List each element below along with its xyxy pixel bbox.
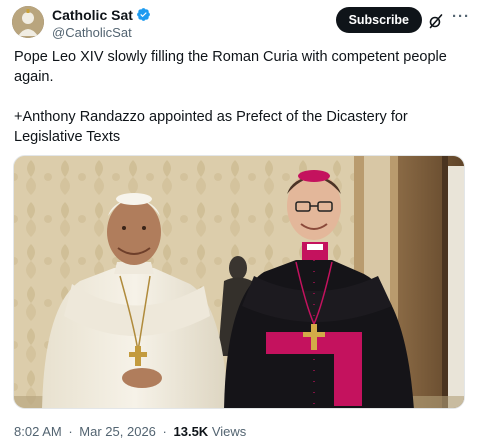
grok-icon[interactable] [428, 13, 444, 29]
post-date[interactable]: Mar 25, 2026 [79, 424, 156, 439]
post-meta: 8:02 AM · Mar 25, 2026 · 13.5K Views [14, 424, 246, 439]
meta-separator: · [162, 424, 167, 439]
post-header: Catholic Sat @CatholicSat Subscribe ··· [12, 4, 472, 40]
views-count: 13.5K [173, 424, 209, 439]
views-label: Views [211, 424, 247, 439]
post-paragraph: Pope Leo XIV slowly filling the Roman Cu… [14, 49, 447, 85]
avatar[interactable] [12, 6, 44, 38]
handle[interactable]: @CatholicSat [52, 25, 151, 40]
meta-separator: · [68, 424, 73, 439]
post-text: Pope Leo XIV slowly filling the Roman Cu… [14, 47, 470, 147]
display-name[interactable]: Catholic Sat [52, 7, 133, 23]
author-info: Catholic Sat @CatholicSat [52, 5, 151, 40]
photo-image [14, 156, 464, 408]
post-paragraph: +Anthony Randazzo appointed as Prefect o… [14, 109, 408, 145]
verified-badge-icon [137, 8, 150, 21]
post-time[interactable]: 8:02 AM [14, 424, 62, 439]
avatar-image [12, 6, 44, 38]
subscribe-button[interactable]: Subscribe [335, 7, 422, 33]
more-options-icon[interactable]: ··· [452, 8, 470, 25]
post-photo[interactable] [13, 155, 465, 409]
